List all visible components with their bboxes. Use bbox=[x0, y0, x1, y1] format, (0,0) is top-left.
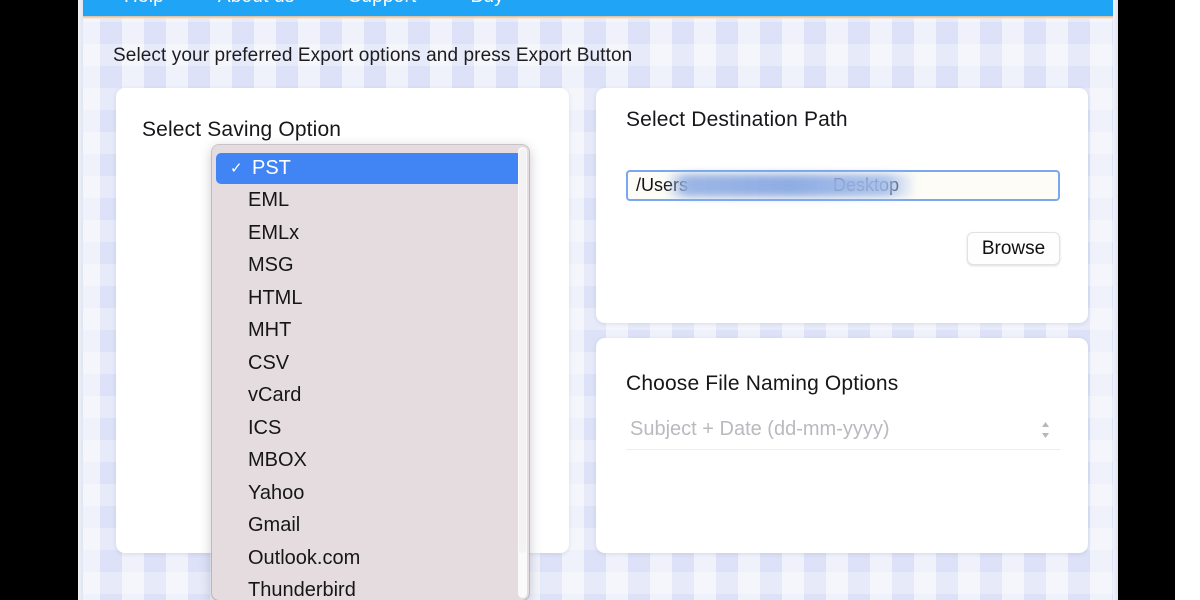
file-naming-selected-value: Subject + Date (dd-mm-yyyy) bbox=[630, 418, 890, 441]
dropdown-scrollbar-thumb[interactable] bbox=[519, 149, 526, 553]
destination-path-card: Select Destination Path Browse bbox=[596, 88, 1088, 323]
dropdown-option-label: HTML bbox=[248, 287, 302, 309]
dropdown-option-label: Outlook.com bbox=[248, 547, 360, 569]
nav-item-about-us[interactable]: About us bbox=[212, 0, 301, 10]
dropdown-option-label: EMLx bbox=[248, 222, 299, 244]
file-naming-card: Choose File Naming Options Subject + Dat… bbox=[596, 338, 1088, 553]
outer-right-margin bbox=[1175, 0, 1200, 600]
topbar-divider bbox=[78, 16, 1118, 19]
dropdown-option-pst[interactable]: ✓ PST bbox=[216, 153, 525, 184]
window-left-rail bbox=[78, 0, 83, 600]
dropdown-option-vcard[interactable]: vCard bbox=[212, 379, 529, 412]
dropdown-option-label: PST bbox=[252, 157, 291, 179]
dropdown-option-csv[interactable]: CSV bbox=[212, 347, 529, 380]
dropdown-option-html[interactable]: HTML bbox=[212, 282, 529, 315]
dropdown-option-label: MBOX bbox=[248, 449, 307, 471]
dropdown-option-label: ICS bbox=[248, 417, 281, 439]
window-right-rail bbox=[1113, 0, 1118, 600]
dropdown-option-label: Yahoo bbox=[248, 482, 304, 504]
checkmark-icon: ✓ bbox=[230, 153, 243, 184]
application-window: Help About us Support Buy Select your pr… bbox=[78, 0, 1118, 600]
nav-item-help[interactable]: Help bbox=[118, 0, 170, 10]
dropdown-option-label: Gmail bbox=[248, 514, 300, 536]
dropdown-option-label: vCard bbox=[248, 384, 301, 406]
dropdown-option-mbox[interactable]: MBOX bbox=[212, 444, 529, 477]
dropdown-options-container: ✓ PST EML EMLx MSG HTML MHT bbox=[212, 145, 529, 600]
dropdown-option-label: EML bbox=[248, 189, 289, 211]
dropdown-option-gmail[interactable]: Gmail bbox=[212, 509, 529, 542]
dropdown-option-label: CSV bbox=[248, 352, 289, 374]
destination-path-title: Select Destination Path bbox=[626, 108, 848, 132]
destination-path-input[interactable] bbox=[626, 170, 1060, 201]
dropdown-option-thunderbird[interactable]: Thunderbird bbox=[212, 574, 529, 600]
dropdown-option-label: MSG bbox=[248, 254, 294, 276]
saving-option-title: Select Saving Option bbox=[142, 118, 341, 142]
instruction-text: Select your preferred Export options and… bbox=[113, 45, 632, 67]
dropdown-option-label: Thunderbird bbox=[248, 579, 356, 600]
screen: Help About us Support Buy Select your pr… bbox=[0, 0, 1200, 600]
destination-path-input-wrapper bbox=[626, 170, 1060, 201]
dropdown-option-ics[interactable]: ICS bbox=[212, 412, 529, 445]
dropdown-option-emlx[interactable]: EMLx bbox=[212, 217, 529, 250]
dropdown-option-label: MHT bbox=[248, 319, 291, 341]
saving-option-dropdown-list[interactable]: ✓ PST EML EMLx MSG HTML MHT bbox=[212, 145, 529, 600]
file-naming-title: Choose File Naming Options bbox=[626, 372, 898, 396]
nav-item-buy[interactable]: Buy bbox=[464, 0, 509, 10]
top-navigation-bar: Help About us Support Buy bbox=[78, 0, 1118, 16]
dropdown-option-outlook-com[interactable]: Outlook.com bbox=[212, 542, 529, 575]
dropdown-option-eml[interactable]: EML bbox=[212, 184, 529, 217]
dropdown-option-msg[interactable]: MSG bbox=[212, 249, 529, 282]
dropdown-option-yahoo[interactable]: Yahoo bbox=[212, 477, 529, 510]
file-naming-select[interactable]: Subject + Date (dd-mm-yyyy) bbox=[626, 416, 1060, 450]
nav-item-support[interactable]: Support bbox=[343, 0, 423, 10]
chevron-up-down-icon[interactable] bbox=[1038, 417, 1052, 443]
browse-button[interactable]: Browse bbox=[967, 232, 1060, 265]
dropdown-option-mht[interactable]: MHT bbox=[212, 314, 529, 347]
